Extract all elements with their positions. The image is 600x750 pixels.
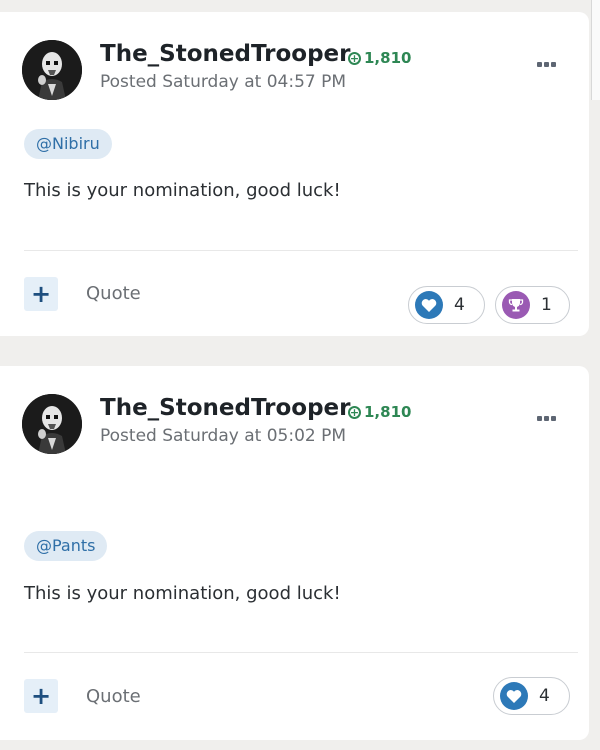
trophy-reaction-button[interactable]: 1: [495, 286, 570, 324]
quote-button[interactable]: Quote: [86, 686, 141, 707]
heart-icon: [415, 291, 443, 319]
trophy-icon: [502, 291, 530, 319]
reputation-badge: + 1,810: [348, 403, 411, 421]
author-name[interactable]: The_StonedTrooper: [100, 41, 350, 67]
quote-button[interactable]: Quote: [86, 283, 141, 304]
multiquote-button[interactable]: +: [24, 679, 58, 713]
reaction-count: 4: [454, 295, 465, 315]
post-timestamp[interactable]: Posted Saturday at 05:02 PM: [100, 426, 346, 446]
reaction-count: 1: [541, 295, 552, 315]
avatar[interactable]: [22, 394, 82, 454]
forum-post: The_StonedTrooper + 1,810 Posted Saturda…: [0, 12, 589, 336]
avatar[interactable]: [22, 40, 82, 100]
author-name[interactable]: The_StonedTrooper: [100, 395, 350, 421]
reputation-count: 1,810: [364, 403, 412, 421]
like-reaction-button[interactable]: 4: [408, 286, 485, 324]
more-options-icon[interactable]: [537, 62, 556, 67]
reputation-badge: + 1,810: [348, 49, 411, 67]
user-mention[interactable]: @Nibiru: [24, 129, 112, 159]
multiquote-button[interactable]: +: [24, 277, 58, 311]
stormtrooper-avatar-icon: [22, 394, 82, 454]
post-timestamp[interactable]: Posted Saturday at 04:57 PM: [100, 72, 346, 92]
forum-post: The_StonedTrooper + 1,810 Posted Saturda…: [0, 366, 589, 740]
user-mention[interactable]: @Pants: [24, 531, 108, 561]
like-reaction-button[interactable]: 4: [493, 677, 570, 715]
stormtrooper-avatar-icon: [22, 40, 82, 100]
reaction-count: 4: [539, 686, 550, 706]
post-body: This is your nomination, good luck!: [24, 180, 341, 201]
reputation-count: 1,810: [364, 49, 412, 67]
post-body: This is your nomination, good luck!: [24, 583, 341, 604]
divider: [24, 250, 578, 251]
divider: [24, 652, 578, 653]
plus-circle-icon: +: [348, 51, 361, 65]
plus-circle-icon: +: [348, 405, 361, 419]
heart-icon: [500, 682, 528, 710]
scroll-rail[interactable]: [591, 0, 600, 100]
more-options-icon[interactable]: [537, 416, 556, 421]
forum-thread: The_StonedTrooper + 1,810 Posted Saturda…: [0, 0, 600, 750]
